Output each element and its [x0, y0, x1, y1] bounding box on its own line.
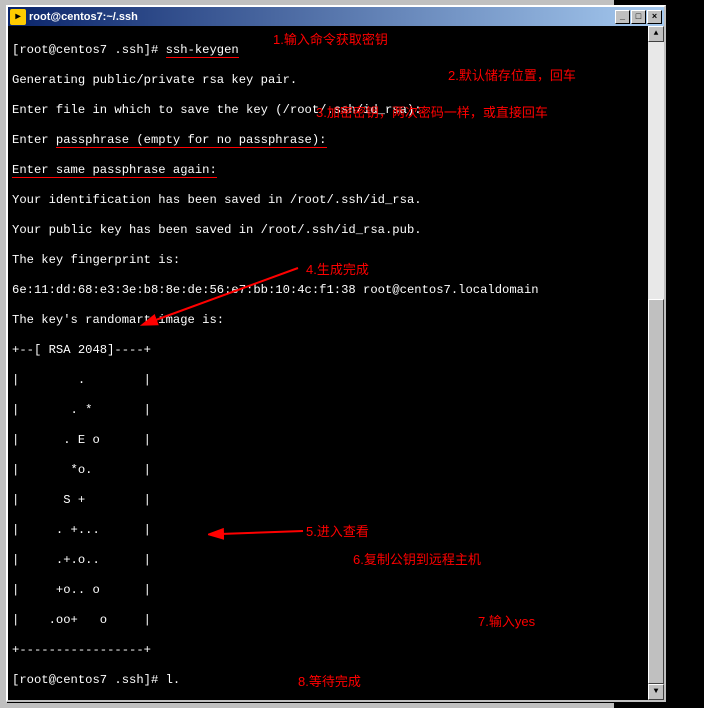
output-line: Generating public/private rsa key pair. [12, 73, 660, 88]
randomart: | +o.. o | [12, 583, 660, 598]
terminal-content[interactable]: [root@centos7 .ssh]# ssh-keygen Generati… [8, 26, 664, 700]
scroll-up-button[interactable]: ▲ [648, 26, 664, 42]
output-line: The key's randomart image is: [12, 313, 660, 328]
window-buttons: _ □ × [615, 10, 662, 24]
randomart: | . | [12, 373, 660, 388]
output-line: The key fingerprint is: [12, 253, 660, 268]
randomart: +-----------------+ [12, 643, 660, 658]
randomart: | . * | [12, 403, 660, 418]
output-passphrase: passphrase (empty for no passphrase): [56, 133, 327, 148]
output-text: Enter [12, 133, 56, 147]
randomart: +--[ RSA 2048]----+ [12, 343, 660, 358]
randomart: | .oo+ o | [12, 613, 660, 628]
titlebar[interactable]: ▸ root@centos7:~/.ssh _ □ × [8, 7, 664, 26]
output-line: Enter file in which to save the key (/ro… [12, 103, 660, 118]
scrollbar[interactable]: ▲ ▼ [648, 26, 664, 700]
minimize-button[interactable]: _ [615, 10, 630, 24]
output-line: 6e:11:dd:68:e3:3e:b8:8e:de:56:e7:bb:10:4… [12, 283, 660, 298]
scroll-thumb[interactable] [648, 299, 664, 684]
command-ssh-keygen: ssh-keygen [166, 43, 239, 58]
maximize-button[interactable]: □ [631, 10, 646, 24]
output-line: Your identification has been saved in /r… [12, 193, 660, 208]
prompt-line: [root@centos7 .ssh]# l. [12, 673, 660, 688]
randomart: | . E o | [12, 433, 660, 448]
randomart: | *o. | [12, 463, 660, 478]
terminal-window: ▸ root@centos7:~/.ssh _ □ × [root@centos… [6, 5, 666, 702]
app-icon: ▸ [10, 9, 26, 25]
scroll-down-button[interactable]: ▼ [648, 684, 664, 700]
randomart: | . +... | [12, 523, 660, 538]
close-button[interactable]: × [647, 10, 662, 24]
window-title: root@centos7:~/.ssh [29, 11, 615, 23]
randomart: | S + | [12, 493, 660, 508]
output-line: Your public key has been saved in /root/… [12, 223, 660, 238]
randomart: | .+.o.. | [12, 553, 660, 568]
scroll-track[interactable] [648, 42, 664, 684]
prompt: [root@centos7 .ssh]# [12, 43, 166, 57]
output-passphrase2: Enter same passphrase again: [12, 163, 217, 178]
